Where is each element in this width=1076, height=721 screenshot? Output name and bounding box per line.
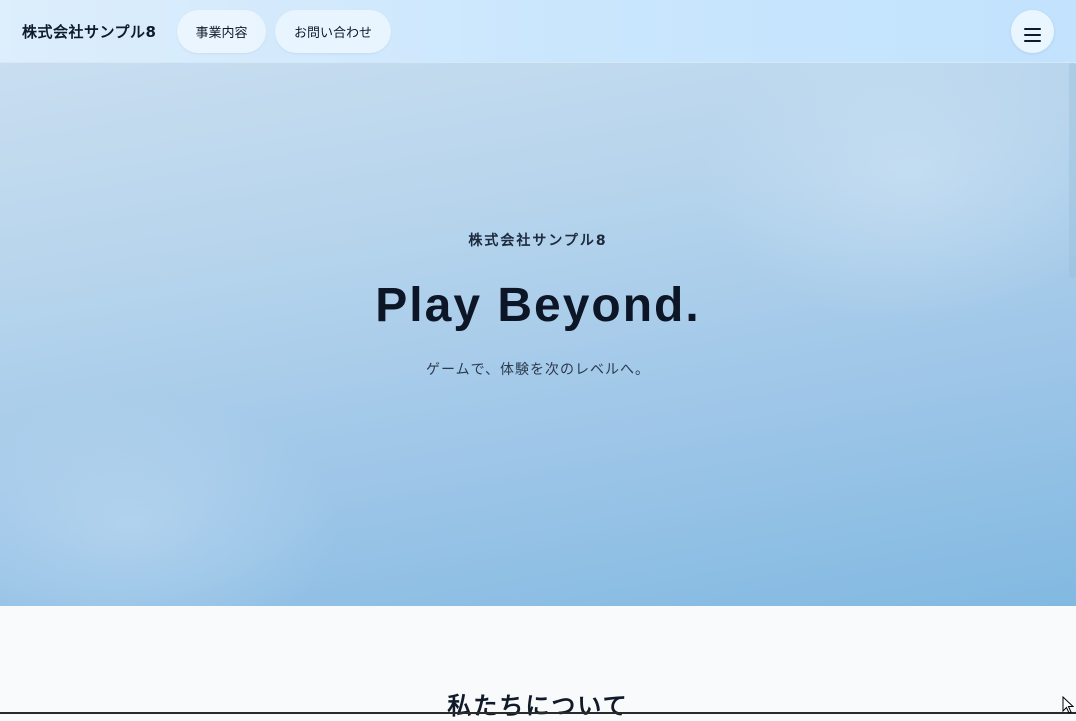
site-logo[interactable]: 株式会社サンプル8 <box>22 21 157 42</box>
nav-business[interactable]: 事業内容 <box>177 10 266 53</box>
menu-button[interactable] <box>1011 10 1054 53</box>
hamburger-menu-icon-line <box>1024 40 1041 42</box>
about-title: 私たちについて <box>447 692 629 720</box>
hero-glow <box>0 393 340 606</box>
nav-contact[interactable]: お問い合わせ <box>275 10 391 53</box>
hero-subtitle: ゲームで、体験を次のレベルへ。 <box>425 362 651 378</box>
about-section: 私たちについて <box>0 606 1076 720</box>
hero-company-name: 株式会社サンプル8 <box>468 233 608 249</box>
scrollbar-thumb[interactable] <box>1069 63 1076 278</box>
hero-title: Play Beyond. <box>375 279 701 332</box>
hamburger-menu-icon <box>1024 28 1041 30</box>
site-header: 株式会社サンプル8 事業内容 お問い合わせ <box>0 0 1076 63</box>
hero-section: 株式会社サンプル8 Play Beyond. ゲームで、体験を次のレベルへ。 <box>0 63 1076 606</box>
hamburger-menu-icon-line <box>1024 34 1041 36</box>
mouse-cursor-icon <box>1062 696 1074 714</box>
